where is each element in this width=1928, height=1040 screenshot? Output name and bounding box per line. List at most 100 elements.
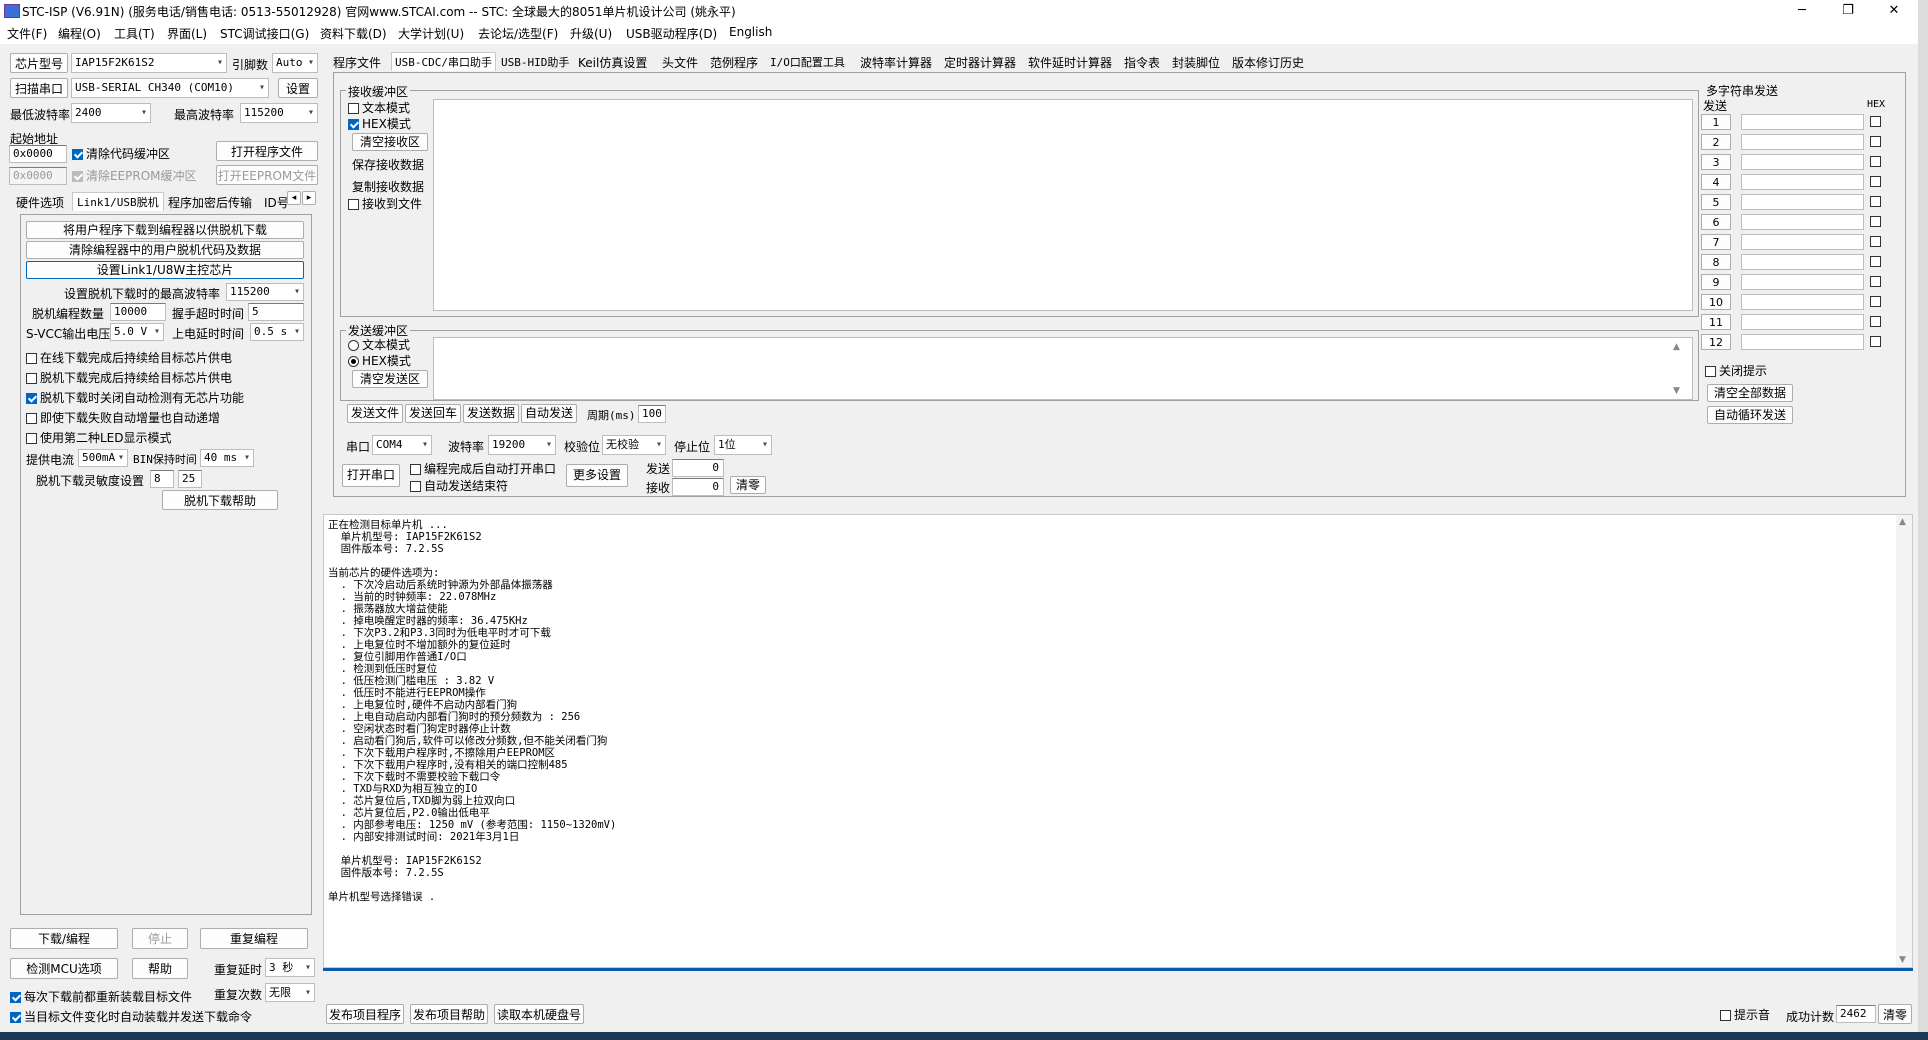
multi-hex-checkbox[interactable] <box>1870 336 1881 347</box>
send-hex-mode-radio[interactable]: HEX模式 <box>348 354 411 368</box>
tab-timer-calc[interactable]: 定时器计算器 <box>944 54 1016 71</box>
tab-usb-hid[interactable]: USB-HID助手 <box>501 54 569 70</box>
open-program-button[interactable]: 打开程序文件 <box>216 141 318 161</box>
tab-hardware-options[interactable]: 硬件选项 <box>16 194 64 211</box>
auto-open-port-checkbox[interactable]: 编程完成后自动打开串口 <box>410 462 556 476</box>
multi-send-button[interactable]: 10 <box>1701 294 1731 310</box>
tab-examples[interactable]: 范例程序 <box>710 54 758 71</box>
multi-hex-checkbox[interactable] <box>1870 176 1881 187</box>
clear-programmer-button[interactable]: 清除编程器中的用户脱机代码及数据 <box>26 241 304 259</box>
parity-select[interactable]: 无校验 ▾ <box>602 435 666 455</box>
recv-text-mode-checkbox[interactable]: 文本模式 <box>348 101 410 115</box>
menu-university[interactable]: 大学计划(U) <box>398 25 464 42</box>
period-field[interactable]: 100 <box>638 405 666 423</box>
clear-count-button[interactable]: 清零 <box>730 476 766 494</box>
offline-check-4[interactable]: 即使下载失败自动增量也自动递增 <box>26 411 220 425</box>
multi-send-button[interactable]: 11 <box>1701 314 1731 330</box>
multi-send-button[interactable]: 12 <box>1701 334 1731 350</box>
copy-recv-button[interactable]: 复制接收数据 <box>352 178 424 195</box>
help-button[interactable]: 帮助 <box>132 958 188 979</box>
tab-usb-cdc[interactable]: USB-CDC/串口助手 <box>391 52 496 71</box>
multi-hex-checkbox[interactable] <box>1870 136 1881 147</box>
baud-rate-select[interactable]: 19200 ▾ <box>488 435 556 455</box>
multi-send-button[interactable]: 2 <box>1701 134 1731 150</box>
offline-check-1[interactable]: 在线下载完成后持续给目标芯片供电 <box>26 351 232 365</box>
reprogram-button[interactable]: 重复编程 <box>200 928 308 949</box>
handshake-timeout-field[interactable]: 5 <box>248 303 304 321</box>
serial-port-select[interactable]: COM4 ▾ <box>372 435 432 455</box>
read-disk-id-button[interactable]: 读取本机硬盘号 <box>494 1004 584 1024</box>
recv-textarea[interactable] <box>433 99 1693 311</box>
multi-send-field[interactable] <box>1741 274 1864 290</box>
clear-all-button[interactable]: 清空全部数据 <box>1707 384 1793 402</box>
clear-code-checkbox[interactable]: 清除代码缓冲区 <box>72 147 170 161</box>
multi-send-button[interactable]: 9 <box>1701 274 1731 290</box>
tab-scroll-right-button[interactable]: ▸ <box>302 191 316 205</box>
scan-port-button[interactable]: 扫描串口 <box>10 78 68 98</box>
tab-program-file[interactable]: 程序文件 <box>333 54 381 71</box>
auto-send-button[interactable]: 自动发送 <box>521 404 577 423</box>
send-text-mode-radio[interactable]: 文本模式 <box>348 338 410 352</box>
minimize-button[interactable]: ─ <box>1780 0 1824 22</box>
send-data-button[interactable]: 发送数据 <box>463 404 519 423</box>
multi-send-field[interactable] <box>1741 234 1864 250</box>
menu-forum[interactable]: 去论坛/选型(F) <box>478 25 558 42</box>
beep-checkbox[interactable]: 提示音 <box>1720 1008 1770 1022</box>
multi-hex-checkbox[interactable] <box>1870 156 1881 167</box>
menu-upgrade[interactable]: 升级(U) <box>570 25 612 42</box>
send-echo-button[interactable]: 发送回车 <box>405 404 461 423</box>
multi-hex-checkbox[interactable] <box>1870 276 1881 287</box>
multi-send-button[interactable]: 7 <box>1701 234 1731 250</box>
offline-check-2[interactable]: 脱机下载完成后持续给目标芯片供电 <box>26 371 232 385</box>
port-settings-button[interactable]: 设置 <box>278 78 318 98</box>
publish-help-button[interactable]: 发布项目帮助 <box>410 1004 488 1024</box>
menu-debug[interactable]: STC调试接口(G) <box>220 25 309 42</box>
chip-model-select[interactable]: IAP15F2K61S2 ▾ <box>71 53 227 73</box>
power-delay-select[interactable]: 0.5 s ▾ <box>250 323 304 341</box>
code-address-field[interactable]: 0x0000 <box>9 145 67 163</box>
multi-send-field[interactable] <box>1741 154 1864 170</box>
download-program-button[interactable]: 下载/编程 <box>10 928 118 949</box>
menu-download[interactable]: 资料下载(D) <box>320 25 387 42</box>
multi-send-field[interactable] <box>1741 114 1864 130</box>
multi-send-button[interactable]: 8 <box>1701 254 1731 270</box>
check-mcu-button[interactable]: 检测MCU选项 <box>10 958 118 979</box>
offline-check-5[interactable]: 使用第二种LED显示模式 <box>26 431 172 445</box>
multi-send-field[interactable] <box>1741 254 1864 270</box>
pin-count-select[interactable]: Auto ▾ <box>272 53 318 73</box>
multi-hex-checkbox[interactable] <box>1870 256 1881 267</box>
multi-send-field[interactable] <box>1741 134 1864 150</box>
multi-send-button[interactable]: 1 <box>1701 114 1731 130</box>
current-select[interactable]: 500mA ▾ <box>78 449 128 467</box>
auto-send-checkbox[interactable]: 当目标文件变化时自动装载并发送下载命令 <box>10 1010 252 1024</box>
sensitivity-field-a[interactable]: 8 <box>150 470 174 488</box>
menu-program[interactable]: 编程(O) <box>58 25 101 42</box>
set-master-chip-button[interactable]: 设置Link1/U8W主控芯片 <box>26 261 304 279</box>
offline-count-field[interactable]: 10000 <box>110 303 166 321</box>
tab-id[interactable]: ID号 <box>264 194 289 211</box>
multi-send-button[interactable]: 3 <box>1701 154 1731 170</box>
multi-send-field[interactable] <box>1741 194 1864 210</box>
maximize-button[interactable]: ❐ <box>1826 0 1870 22</box>
publish-program-button[interactable]: 发布项目程序 <box>326 1004 404 1024</box>
tab-io-config[interactable]: I/O口配置工具 <box>770 54 845 70</box>
clear-send-button[interactable]: 清空发送区 <box>352 370 428 388</box>
menu-file[interactable]: 文件(F) <box>7 25 47 42</box>
tab-package[interactable]: 封装脚位 <box>1172 54 1220 71</box>
recv-to-file-checkbox[interactable]: 接收到文件 <box>348 197 422 211</box>
tab-baud-calc[interactable]: 波特率计算器 <box>860 54 932 71</box>
tab-header[interactable]: 头文件 <box>662 54 698 71</box>
tab-instructions[interactable]: 指令表 <box>1124 54 1160 71</box>
tab-revision[interactable]: 版本修订历史 <box>1232 54 1304 71</box>
clear-recv-button[interactable]: 清空接收区 <box>352 133 428 151</box>
scroll-up-icon[interactable]: ▲ <box>1673 342 1680 352</box>
bin-hold-select[interactable]: 40 ms ▾ <box>200 449 254 467</box>
log-output[interactable]: 正在检测目标单片机 ... 单片机型号: IAP15F2K61S2 固件版本号:… <box>323 514 1913 968</box>
retry-delay-select[interactable]: 3 秒 ▾ <box>265 958 315 977</box>
log-scrollbar[interactable]: ▲ ▼ <box>1896 515 1912 967</box>
retry-count-select[interactable]: 无限 ▾ <box>265 983 315 1002</box>
more-settings-button[interactable]: 更多设置 <box>566 464 628 487</box>
save-recv-button[interactable]: 保存接收数据 <box>352 156 424 173</box>
stop-bits-select[interactable]: 1位 ▾ <box>714 435 772 455</box>
tab-delay-calc[interactable]: 软件延时计算器 <box>1028 54 1112 71</box>
